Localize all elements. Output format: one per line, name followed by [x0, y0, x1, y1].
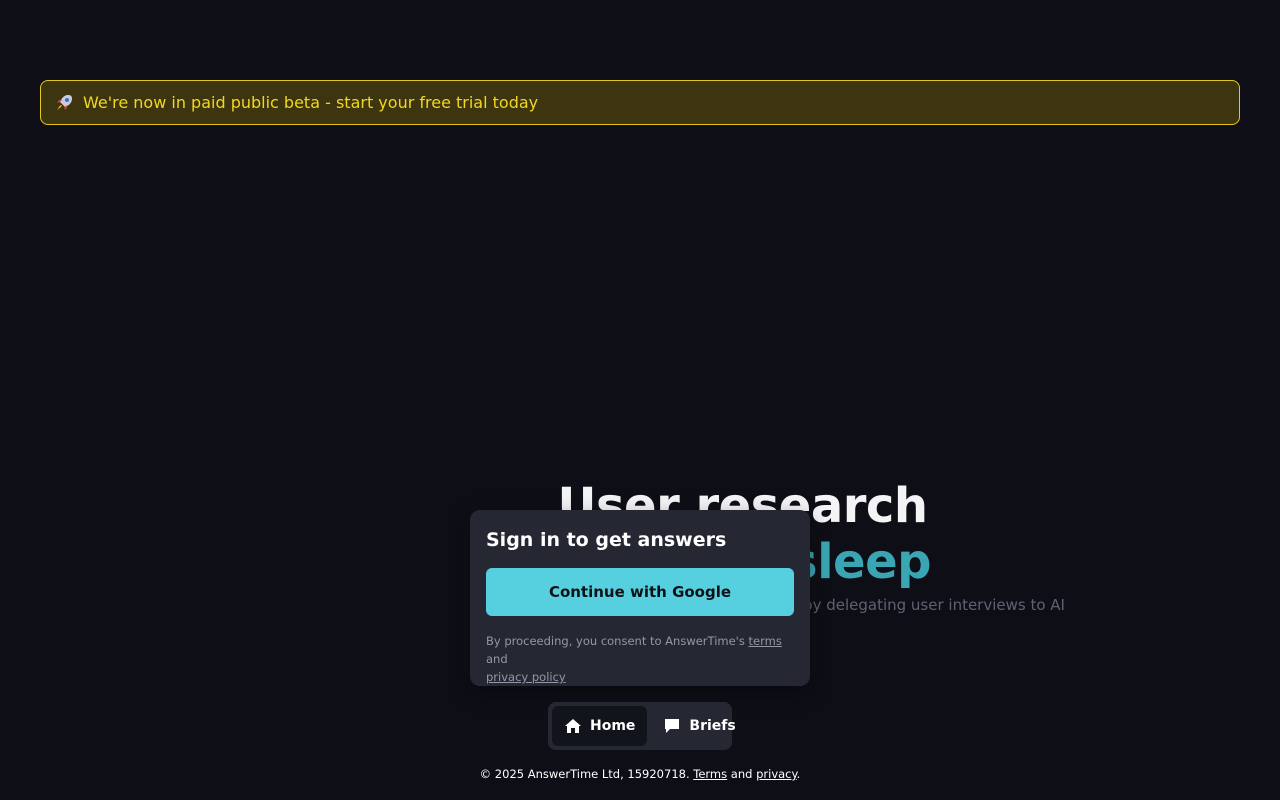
home-icon: [564, 717, 582, 735]
modal-title: Sign in to get answers: [486, 529, 727, 551]
footer-privacy-link[interactable]: privacy: [756, 767, 797, 781]
consent-prefix: By proceeding, you consent to AnswerTime…: [486, 634, 749, 648]
privacy-policy-link[interactable]: privacy policy: [486, 670, 566, 684]
consent-text: By proceeding, you consent to AnswerTime…: [486, 632, 794, 686]
nav-item-home-label: Home: [590, 718, 636, 734]
rocket-icon: [53, 92, 75, 114]
footer-and: and: [727, 767, 757, 781]
nav-item-home[interactable]: Home: [552, 706, 648, 746]
continue-with-google-button[interactable]: Continue with Google: [486, 568, 794, 616]
chat-bubble-icon: [663, 717, 681, 735]
bottom-nav: Home Briefs: [548, 702, 736, 750]
footer-suffix: .: [796, 767, 801, 781]
footer-copyright: © 2025 AnswerTime Ltd, 15920718.: [479, 767, 694, 781]
beta-banner-text[interactable]: We're now in paid public beta - start yo…: [83, 93, 538, 112]
beta-banner[interactable]: We're now in paid public beta - start yo…: [40, 80, 1240, 125]
nav-item-briefs-label: Briefs: [689, 718, 736, 734]
nav-item-briefs[interactable]: Briefs: [651, 706, 747, 746]
terms-link[interactable]: terms: [749, 634, 782, 648]
footer: © 2025 AnswerTime Ltd, 15920718. Terms a…: [0, 767, 1280, 781]
consent-and: and: [486, 652, 508, 666]
sign-in-modal: Sign in to get answers Continue with Goo…: [470, 510, 810, 686]
footer-terms-link[interactable]: Terms: [693, 767, 727, 781]
